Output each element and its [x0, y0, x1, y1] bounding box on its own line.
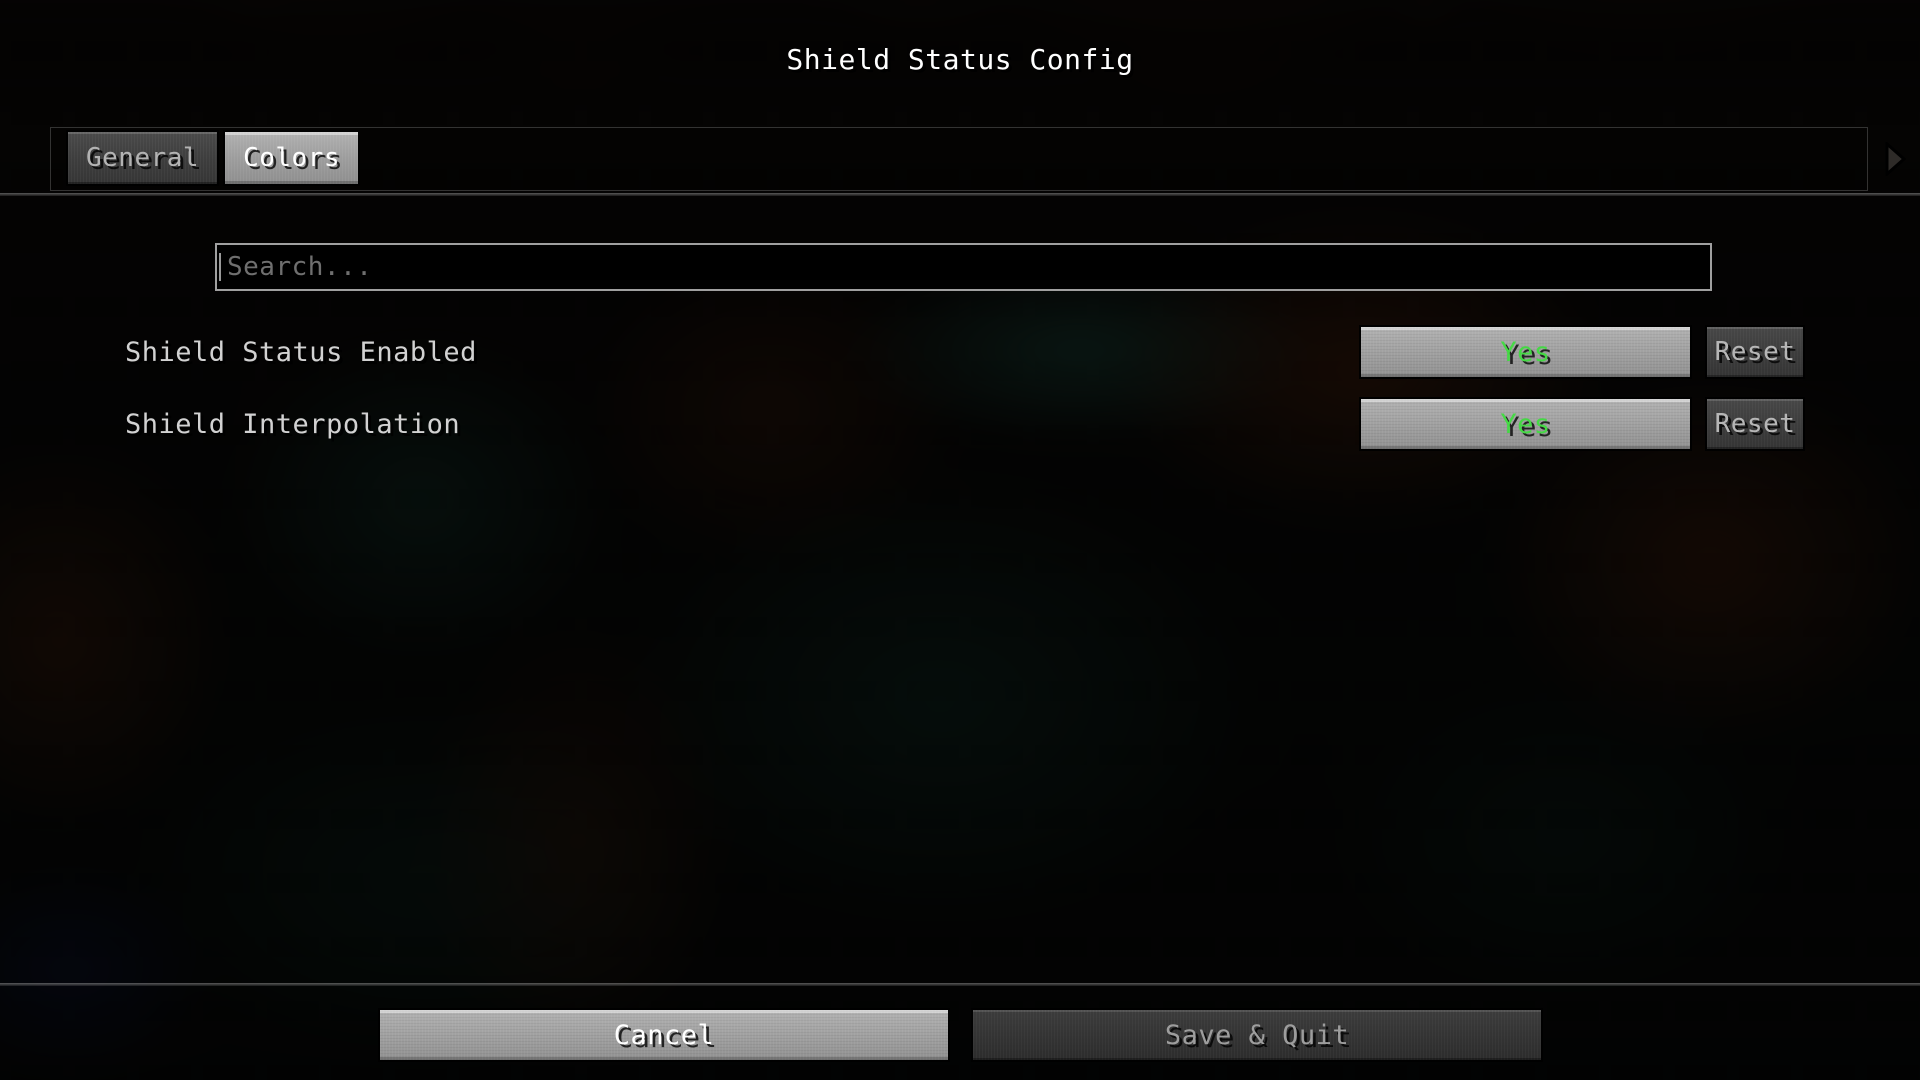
option-value-button-shield-interpolation[interactable]: Yes — [1359, 397, 1692, 451]
option-label-shield-status-enabled: Shield Status Enabled — [125, 337, 477, 368]
option-reset-button-shield-status-enabled[interactable]: Reset — [1705, 325, 1805, 379]
option-row: Shield Interpolation Yes Reset — [0, 397, 1920, 455]
save-and-quit-button[interactable]: Save & Quit — [971, 1008, 1543, 1062]
footer-divider — [0, 983, 1920, 986]
cancel-button[interactable]: Cancel — [378, 1008, 950, 1062]
tab-strip: General Colors — [66, 130, 360, 186]
tab-colors[interactable]: Colors — [223, 130, 360, 186]
search-input[interactable]: Search... — [215, 243, 1712, 291]
page-title: Shield Status Config — [786, 43, 1134, 76]
config-gui-layer: Shield Status Config General Colors Sear… — [0, 0, 1920, 1080]
option-row: Shield Status Enabled Yes Reset — [0, 325, 1920, 383]
option-value-button-shield-status-enabled[interactable]: Yes — [1359, 325, 1692, 379]
config-screen: Shield Status Config General Colors Sear… — [0, 0, 1920, 1080]
search-placeholder: Search... — [227, 252, 373, 282]
option-reset-button-shield-interpolation[interactable]: Reset — [1705, 397, 1805, 451]
header-divider — [0, 193, 1920, 196]
search-caret — [219, 253, 221, 281]
triangle-right-icon — [1883, 142, 1907, 176]
tab-general[interactable]: General — [66, 130, 220, 186]
tab-scroll-right-button[interactable] — [1878, 138, 1912, 180]
option-label-shield-interpolation: Shield Interpolation — [125, 409, 461, 440]
